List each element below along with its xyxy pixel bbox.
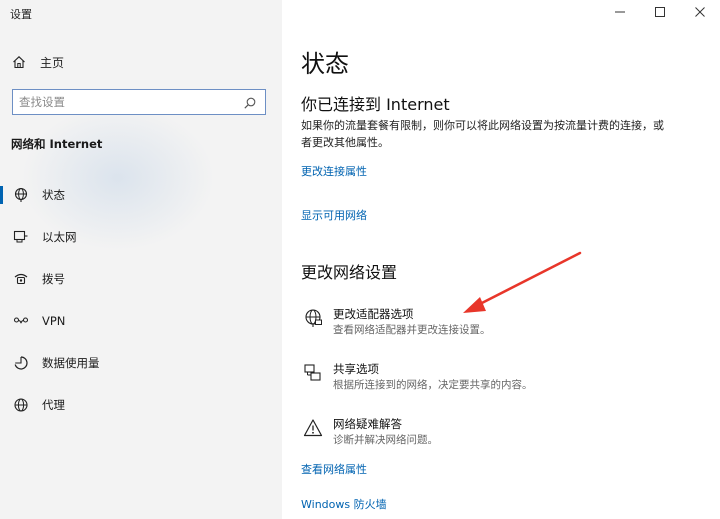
view-network-properties-link[interactable]: 查看网络属性 xyxy=(301,461,367,477)
option-title: 网络疑难解答 xyxy=(333,417,402,431)
home-label: 主页 xyxy=(40,55,65,70)
search-input[interactable] xyxy=(13,95,233,109)
window-title: 设置 xyxy=(10,8,32,21)
sidebar-item-vpn[interactable]: VPN xyxy=(0,300,282,342)
option-description: 查看网络适配器并更改连接设置。 xyxy=(333,324,491,336)
sidebar: 设置 主页 网络和 Internet 状态 xyxy=(0,0,282,519)
change-settings-heading: 更改网络设置 xyxy=(301,263,398,282)
sidebar-item-label: 以太网 xyxy=(42,230,77,244)
sidebar-item-label: 数据使用量 xyxy=(42,356,100,370)
change-connection-properties-link[interactable]: 更改连接属性 xyxy=(301,163,367,179)
sidebar-item-label: 代理 xyxy=(42,398,65,412)
ethernet-icon xyxy=(12,228,30,246)
sidebar-item-status[interactable]: 状态 xyxy=(0,174,282,216)
windows-firewall-link[interactable]: Windows 防火墙 xyxy=(301,496,387,512)
dialup-icon xyxy=(12,270,30,288)
home-button[interactable]: 主页 xyxy=(10,52,64,72)
sidebar-item-label: 状态 xyxy=(42,188,65,202)
sidebar-nav: 状态 以太网 拨号 VPN 数据使用量 代理 xyxy=(0,174,282,426)
sidebar-item-proxy[interactable]: 代理 xyxy=(0,384,282,426)
adapter-icon xyxy=(301,308,325,332)
main-content: 状态 你已连接到 Internet 如果你的流量套餐有限制，则你可以将此网络设置… xyxy=(282,0,720,519)
home-icon xyxy=(10,53,28,71)
sharing-options[interactable]: 共享选项 根据所连接到的网络，决定要共享的内容。 xyxy=(301,361,701,401)
vpn-icon xyxy=(12,312,30,330)
network-troubleshooter[interactable]: 网络疑难解答 诊断并解决网络问题。 xyxy=(301,416,701,456)
search-icon[interactable] xyxy=(243,95,257,109)
sidebar-item-label: VPN xyxy=(42,314,66,328)
show-available-networks-link[interactable]: 显示可用网络 xyxy=(301,207,367,223)
data-usage-icon xyxy=(12,354,30,372)
option-description: 诊断并解决网络问题。 xyxy=(333,434,438,446)
sidebar-item-ethernet[interactable]: 以太网 xyxy=(0,216,282,258)
sharing-icon xyxy=(301,363,325,387)
globe-proxy-icon xyxy=(12,396,30,414)
change-adapter-options[interactable]: 更改适配器选项 查看网络适配器并更改连接设置。 xyxy=(301,306,701,346)
connection-heading: 你已连接到 Internet xyxy=(301,95,450,114)
section-title: 网络和 Internet xyxy=(11,137,103,151)
search-box[interactable] xyxy=(12,89,266,115)
option-title: 共享选项 xyxy=(333,362,379,376)
connection-description: 如果你的流量套餐有限制，则你可以将此网络设置为按流量计费的连接，或者更改其他属性… xyxy=(301,119,664,149)
warning-icon xyxy=(301,418,325,442)
globe-status-icon xyxy=(12,186,30,204)
page-title: 状态 xyxy=(301,50,349,78)
sidebar-item-data-usage[interactable]: 数据使用量 xyxy=(0,342,282,384)
settings-window: 设置 主页 网络和 Internet 状态 xyxy=(0,0,720,519)
sidebar-item-dialup[interactable]: 拨号 xyxy=(0,258,282,300)
option-description: 根据所连接到的网络，决定要共享的内容。 xyxy=(333,379,533,391)
sidebar-item-label: 拨号 xyxy=(42,272,65,286)
option-title: 更改适配器选项 xyxy=(333,307,414,321)
